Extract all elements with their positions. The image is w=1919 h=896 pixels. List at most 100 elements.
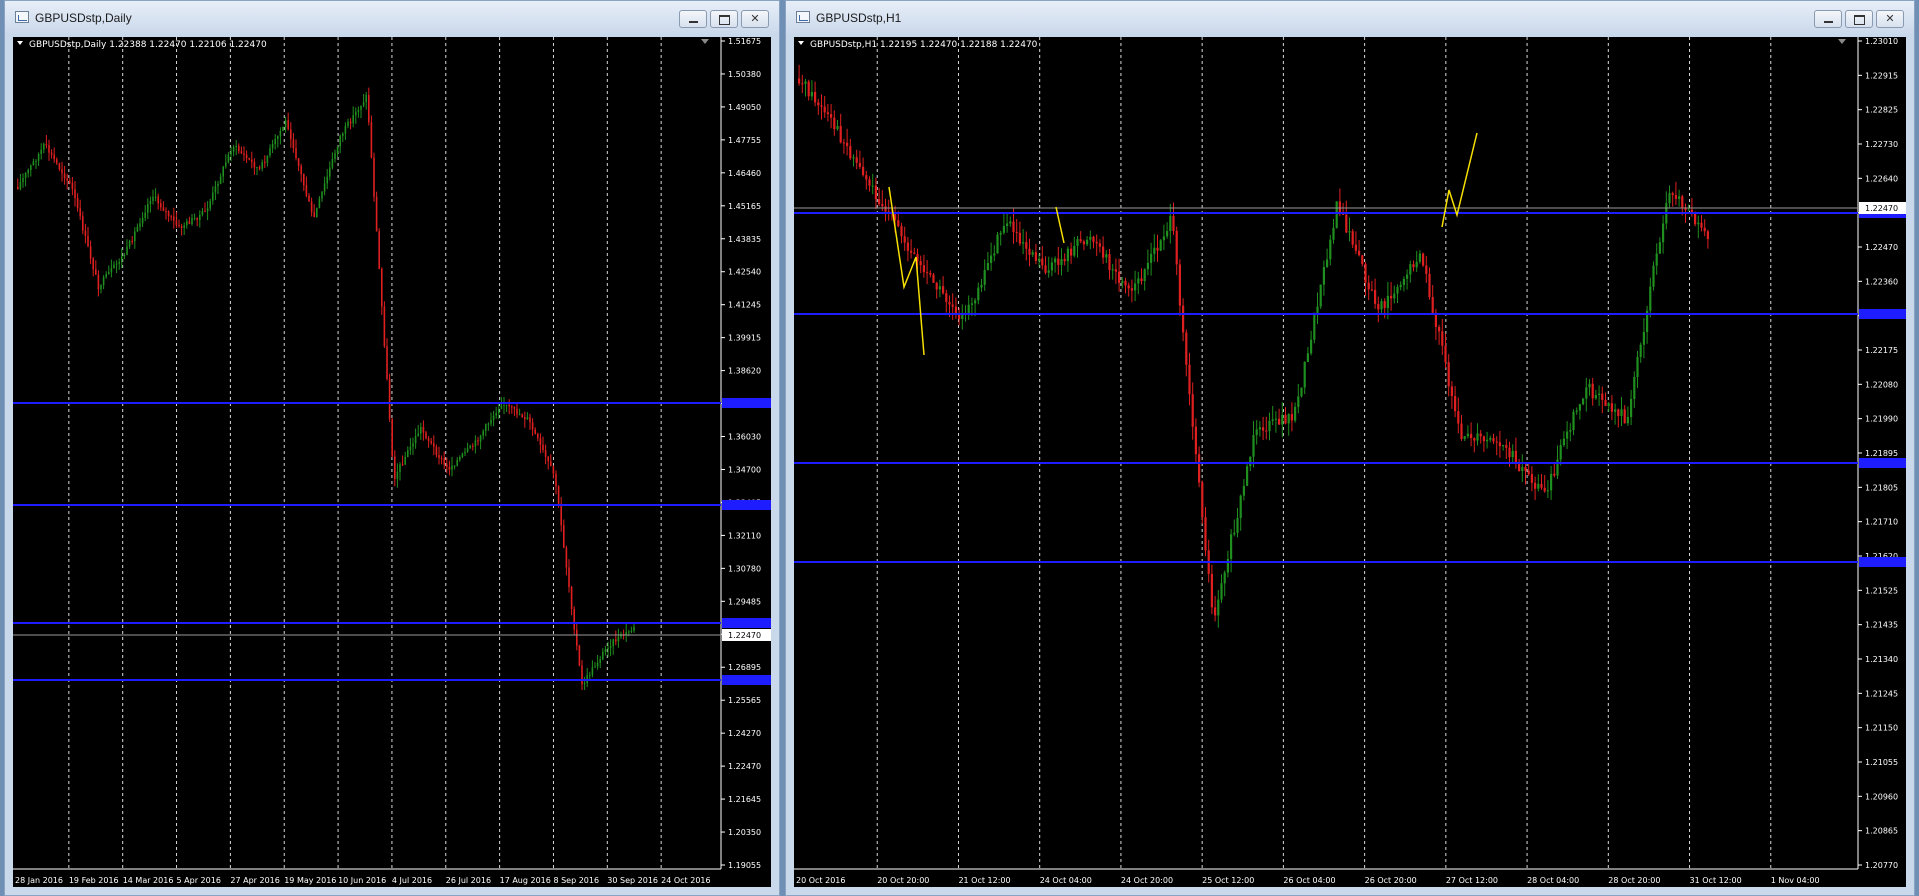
- candle-body: [1182, 305, 1185, 333]
- candle-body: [1345, 214, 1348, 233]
- candle-body: [1172, 215, 1175, 231]
- candle-body: [308, 195, 310, 202]
- price-label: 1.26895: [728, 663, 761, 672]
- candle-body: [518, 414, 521, 416]
- candle-body: [32, 161, 35, 166]
- candle-body: [1204, 517, 1207, 551]
- candle-body: [865, 175, 868, 180]
- candle-body: [409, 446, 412, 451]
- maximize-button[interactable]: [710, 10, 738, 28]
- candle-body: [900, 226, 903, 237]
- candle-body: [539, 438, 542, 445]
- candle-body: [1086, 239, 1089, 245]
- date-label: 28 Oct 04:00: [1527, 876, 1579, 885]
- candle-body: [1127, 285, 1130, 289]
- candle-body: [1134, 283, 1137, 291]
- candle-body: [115, 263, 118, 265]
- candle-body: [1210, 573, 1213, 608]
- candle-body: [1188, 364, 1191, 395]
- candle-body: [303, 174, 305, 186]
- candle-body: [1521, 467, 1524, 472]
- candle-body: [118, 262, 120, 264]
- candle-body: [79, 208, 81, 217]
- candle-body: [951, 304, 954, 307]
- candle-body: [1223, 572, 1226, 584]
- candle-body: [1428, 273, 1431, 298]
- candle-body: [1249, 456, 1252, 467]
- candle-body: [1226, 558, 1229, 573]
- candle-body: [1482, 436, 1485, 442]
- candle-body: [544, 450, 547, 457]
- candle-body: [316, 207, 318, 217]
- candle-body: [368, 94, 370, 123]
- candle-body: [1025, 242, 1028, 249]
- candle-body: [807, 81, 810, 97]
- candle-body: [394, 456, 396, 479]
- daily-chart-window[interactable]: GBPUSDstp,Daily ✕ GBPUSDstp,Daily 1.2238…: [4, 0, 780, 896]
- candle-body: [1652, 265, 1655, 287]
- price-label: 1.42540: [728, 268, 761, 277]
- close-button[interactable]: ✕: [1876, 10, 1904, 28]
- candle-body: [266, 155, 269, 163]
- candle-body: [269, 148, 271, 156]
- candle-body: [89, 246, 92, 259]
- candle-body: [1607, 403, 1610, 406]
- price-label: 1.22360: [1865, 277, 1898, 286]
- candle-body: [617, 636, 620, 642]
- candle-body: [1217, 599, 1220, 616]
- price-label: 1.20960: [1865, 792, 1898, 801]
- price-label: 1.20865: [1865, 827, 1898, 836]
- candle-body: [505, 404, 508, 406]
- daily-chart-canvas[interactable]: GBPUSDstp,Daily 1.22388 1.22470 1.22106 …: [13, 37, 771, 887]
- candle-body: [858, 162, 861, 167]
- candle-body: [1642, 331, 1645, 345]
- minimize-button[interactable]: [679, 10, 707, 28]
- candle-body: [1329, 239, 1332, 260]
- h1-chart-canvas[interactable]: GBPUSDstp,H1 1.22195 1.22470 1.22188 1.2…: [794, 37, 1906, 887]
- close-button[interactable]: ✕: [741, 10, 769, 28]
- candle-body: [1562, 438, 1565, 446]
- candle-body: [1194, 426, 1197, 455]
- candle-body: [149, 200, 152, 205]
- minimize-button[interactable]: [1814, 10, 1842, 28]
- candle-body: [852, 157, 855, 159]
- candle-body: [440, 458, 443, 460]
- candle-body: [511, 406, 513, 408]
- h1-chart-window[interactable]: GBPUSDstp,H1 ✕ GBPUSDstp,H1 1.22195 1.22…: [785, 0, 1915, 896]
- candle-body: [1406, 274, 1409, 279]
- candle-body: [1274, 418, 1277, 420]
- candle-body: [1374, 289, 1377, 304]
- candle-body: [1313, 312, 1316, 340]
- daily-window-titlebar[interactable]: GBPUSDstp,Daily ✕: [5, 1, 779, 37]
- candle-body: [84, 230, 87, 236]
- candle-body: [983, 270, 986, 285]
- candle-body: [162, 207, 165, 212]
- candle-body: [1009, 221, 1012, 224]
- current-price-label: 1.22470: [1865, 204, 1898, 213]
- candle-body: [199, 214, 201, 220]
- price-label: 1.49050: [728, 103, 761, 112]
- price-label: 1.21435: [1865, 621, 1898, 630]
- level-label-box: [1859, 309, 1906, 319]
- candle-body: [1150, 253, 1153, 263]
- date-label: 21 Oct 12:00: [958, 876, 1010, 885]
- candle-body: [1377, 303, 1380, 310]
- candle-body: [1271, 419, 1274, 421]
- candle-body: [1706, 231, 1709, 239]
- candle-body: [948, 301, 951, 305]
- candle-body: [1415, 261, 1418, 268]
- candle-body: [1674, 195, 1677, 199]
- h1-window-titlebar[interactable]: GBPUSDstp,H1 ✕: [786, 1, 1914, 37]
- candle-body: [1015, 231, 1018, 233]
- date-label: 8 Sep 2016: [553, 876, 599, 885]
- candle-body: [435, 446, 438, 456]
- candle-body: [222, 166, 224, 177]
- candle-body: [240, 151, 243, 154]
- candle-body: [1530, 474, 1533, 483]
- price-label: 1.22915: [1865, 71, 1898, 80]
- candle-body: [557, 486, 560, 504]
- candles: [798, 64, 1709, 628]
- candle-body: [48, 145, 50, 153]
- candle-body: [1588, 383, 1591, 388]
- maximize-button[interactable]: [1845, 10, 1873, 28]
